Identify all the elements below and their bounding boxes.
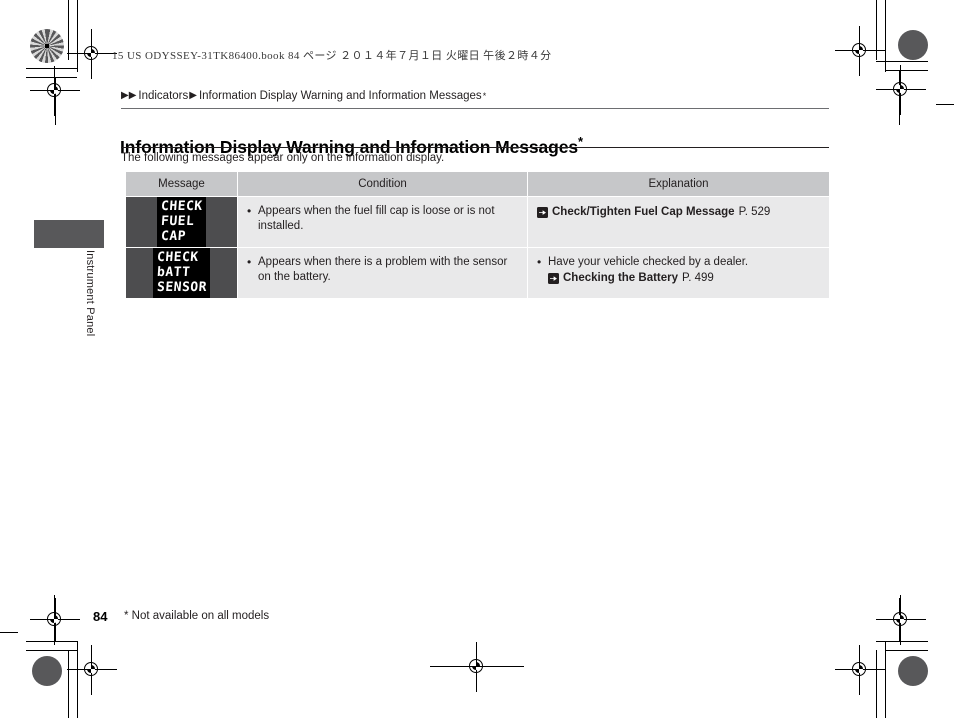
registration-crosshair-bottom-center	[452, 642, 502, 692]
explanation-cell: Check/Tighten Fuel Cap Message P. 529	[527, 196, 830, 248]
messages-table: Message Condition Explanation CHECK FUEL…	[125, 171, 830, 299]
intro-text: The following messages appear only on th…	[121, 152, 445, 164]
message-cell: CHECK bATT SENSOR	[125, 247, 238, 299]
bullet-icon: •	[247, 255, 252, 269]
title-divider	[121, 147, 829, 148]
crop-mark-bottom-right-h1	[876, 641, 928, 642]
condition-bullet-item: • Appears when there is a problem with t…	[247, 255, 518, 285]
section-thumb-tab	[34, 220, 104, 248]
lcd-line-1: CHECK	[160, 199, 203, 214]
breadcrumb-single-arrow-icon: ▶	[189, 90, 197, 101]
breadcrumb-item-current: Information Display Warning and Informat…	[198, 90, 482, 102]
table-header-row: Message Condition Explanation	[125, 171, 830, 197]
header-divider	[121, 108, 829, 109]
registration-dot-bottom-right	[898, 656, 928, 686]
registration-dot-bottom-left	[32, 656, 62, 686]
registration-crosshair-left-lower	[30, 595, 80, 645]
lcd-display-check-fuel-cap: CHECK FUEL CAP	[156, 197, 207, 247]
page-number: 84	[93, 609, 108, 624]
crop-mark-bottom-right-h2	[885, 650, 928, 651]
crop-mark-right-edge	[936, 104, 954, 105]
crop-mark-top-left-h1	[26, 68, 78, 69]
lcd-line-1: CHECK	[155, 250, 199, 265]
registration-crosshair-bottom-right	[876, 595, 926, 645]
lcd-line-2: bATT	[155, 265, 191, 280]
crop-mark-top-right-h1	[876, 61, 928, 62]
registration-crosshair-top-right	[835, 26, 885, 76]
lcd-line-3: CAP	[160, 229, 187, 244]
crop-mark-bottom-left-h2	[26, 650, 77, 651]
registration-crosshair-top-left	[67, 29, 117, 79]
message-cell: CHECK FUEL CAP	[125, 196, 238, 248]
table-row: CHECK FUEL CAP • Appears when the fuel f…	[125, 196, 830, 248]
book-header-line: 15 US ODYSSEY-31TK86400.book 84 ページ ２０１４…	[112, 50, 552, 62]
reference-title: Check/Tighten Fuel Cap Message	[552, 206, 735, 218]
condition-bullet-item: • Appears when the fuel fill cap is loos…	[247, 204, 518, 234]
reference-page: P. 499	[682, 272, 714, 284]
crop-mark-top-right-v1	[876, 0, 877, 60]
condition-cell: • Appears when there is a problem with t…	[237, 247, 528, 299]
explanation-cell: • Have your vehicle checked by a dealer.…	[527, 247, 830, 299]
jump-to-page-icon	[548, 273, 559, 284]
crop-mark-bottom-left-v1	[68, 650, 69, 718]
table-row: CHECK bATT SENSOR • Appears when there i…	[125, 247, 830, 299]
reference-title: Checking the Battery	[563, 272, 679, 284]
condition-text: Appears when the fuel fill cap is loose …	[258, 205, 495, 232]
crop-mark-left-edge	[0, 632, 18, 633]
crop-mark-bottom-right-v2	[885, 641, 886, 718]
bullet-icon: •	[537, 255, 542, 269]
condition-cell: • Appears when the fuel fill cap is loos…	[237, 196, 528, 248]
explanation-text: Have your vehicle checked by a dealer.	[548, 256, 749, 268]
crop-mark-top-right-h2	[885, 70, 928, 71]
registration-crosshair-right-lower	[835, 645, 885, 695]
crop-mark-top-left-v1	[68, 0, 69, 60]
registration-crosshair-left-upper	[30, 66, 80, 116]
breadcrumb-asterisk: *	[482, 91, 487, 101]
lcd-line-2: FUEL	[160, 214, 195, 229]
jump-to-page-icon	[537, 207, 548, 218]
footnote: * Not available on all models	[124, 610, 270, 622]
column-header-explanation: Explanation	[527, 171, 830, 197]
crop-mark-bottom-center-long	[430, 666, 524, 667]
column-header-message: Message	[125, 171, 238, 197]
reference-page: P. 529	[738, 206, 771, 218]
registration-dot-top-right	[898, 30, 928, 60]
column-header-condition: Condition	[237, 171, 528, 197]
bullet-icon: •	[247, 204, 252, 218]
reference-link[interactable]: Checking the Battery P. 499	[537, 271, 820, 286]
breadcrumb-item-indicators[interactable]: Indicators	[138, 90, 188, 102]
registration-crosshair-bottom-left	[67, 645, 117, 695]
reference-link[interactable]: Check/Tighten Fuel Cap Message P. 529	[537, 205, 820, 220]
registration-star-top-left	[30, 29, 64, 63]
breadcrumb-double-arrow-icon: ▶▶	[121, 90, 137, 101]
section-tab-label: Instrument Panel	[84, 250, 96, 337]
explanation-bullet-item: • Have your vehicle checked by a dealer.	[537, 255, 820, 270]
breadcrumb: ▶▶ Indicators ▶ Information Display Warn…	[121, 90, 486, 102]
crop-mark-bottom-left-h1	[26, 641, 78, 642]
condition-text: Appears when there is a problem with the…	[258, 256, 508, 283]
lcd-line-3: SENSOR	[155, 280, 208, 295]
crop-mark-bottom-right-v1	[876, 650, 877, 718]
lcd-display-check-batt-sensor: CHECK bATT SENSOR	[152, 248, 211, 298]
registration-crosshair-right-upper	[876, 65, 926, 115]
